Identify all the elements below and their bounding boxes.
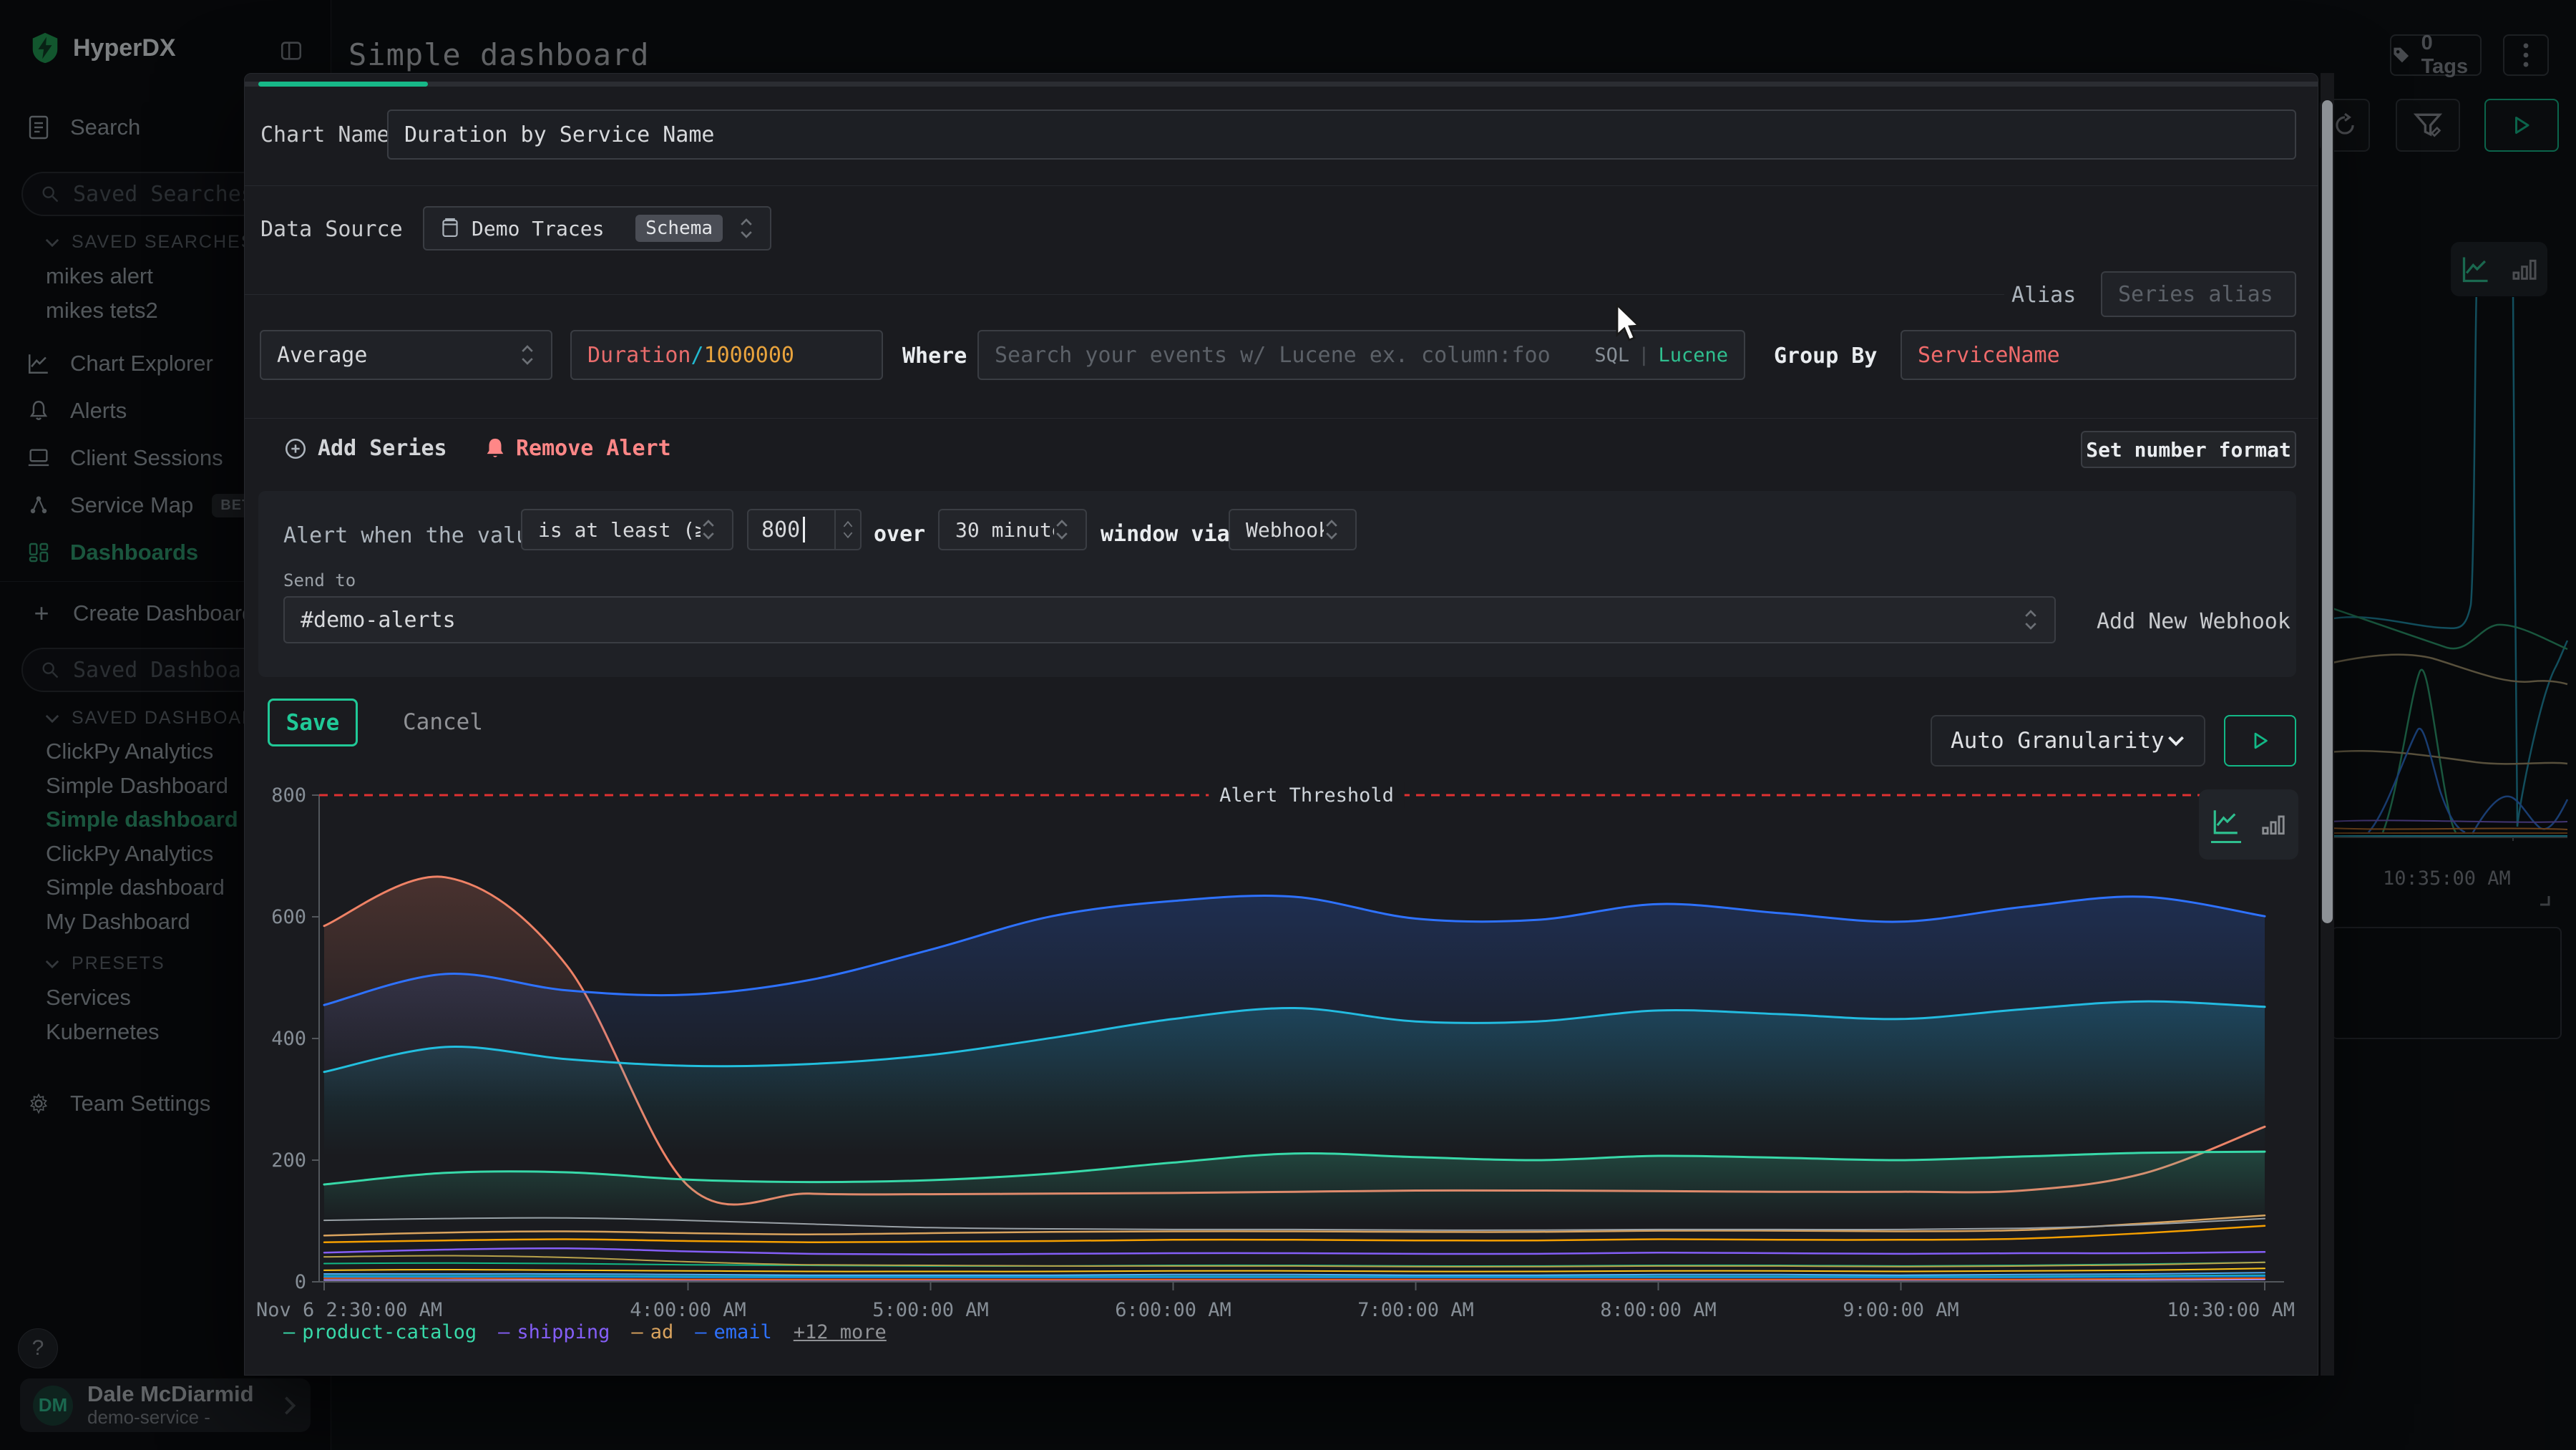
svg-text:5:00:00 AM: 5:00:00 AM [872, 1299, 989, 1321]
svg-text:400: 400 [271, 1028, 306, 1050]
edit-chart-modal: Chart Name Data Source Demo Traces Schem… [244, 73, 2318, 1376]
legend-item[interactable]: —ad [631, 1321, 673, 1343]
svg-text:6:00:00 AM: 6:00:00 AM [1115, 1299, 1231, 1321]
legend-more[interactable]: +12 more [794, 1321, 887, 1343]
svg-text:0: 0 [295, 1271, 306, 1293]
chart-legend: —product-catalog —shipping —ad —email +12 mo… [283, 1321, 887, 1343]
svg-text:Nov 6 2:30:00 AM: Nov 6 2:30:00 AM [256, 1299, 442, 1321]
svg-text:800: 800 [271, 784, 306, 807]
svg-text:10:30:00 AM: 10:30:00 AM [2167, 1299, 2295, 1321]
svg-text:8:00:00 AM: 8:00:00 AM [1600, 1299, 1717, 1321]
modal-scrollbar[interactable] [2321, 73, 2334, 1376]
legend-item[interactable]: —email [695, 1321, 772, 1343]
svg-text:7:00:00 AM: 7:00:00 AM [1357, 1299, 1474, 1321]
scrollbar-thumb[interactable] [2322, 100, 2333, 923]
legend-item[interactable]: —product-catalog [283, 1321, 477, 1343]
line-chart-toggle[interactable] [2211, 807, 2241, 843]
svg-text:4:00:00 AM: 4:00:00 AM [630, 1299, 746, 1321]
legend-item[interactable]: —shipping [498, 1321, 610, 1343]
mouse-cursor [1614, 303, 1643, 344]
bar-chart-icon[interactable] [2260, 811, 2287, 838]
svg-text:9:00:00 AM: 9:00:00 AM [1843, 1299, 1959, 1321]
svg-text:200: 200 [271, 1149, 306, 1172]
chart-type-toggle [2199, 789, 2298, 860]
duration-chart: 0 200 400 600 800 Nov 6 2:30:00 AM 4:00:00 AM 5… [245, 74, 2318, 1376]
alert-threshold-label: Alert Threshold [1219, 784, 1394, 807]
line-chart-icon [2211, 807, 2241, 837]
svg-text:600: 600 [271, 906, 306, 928]
